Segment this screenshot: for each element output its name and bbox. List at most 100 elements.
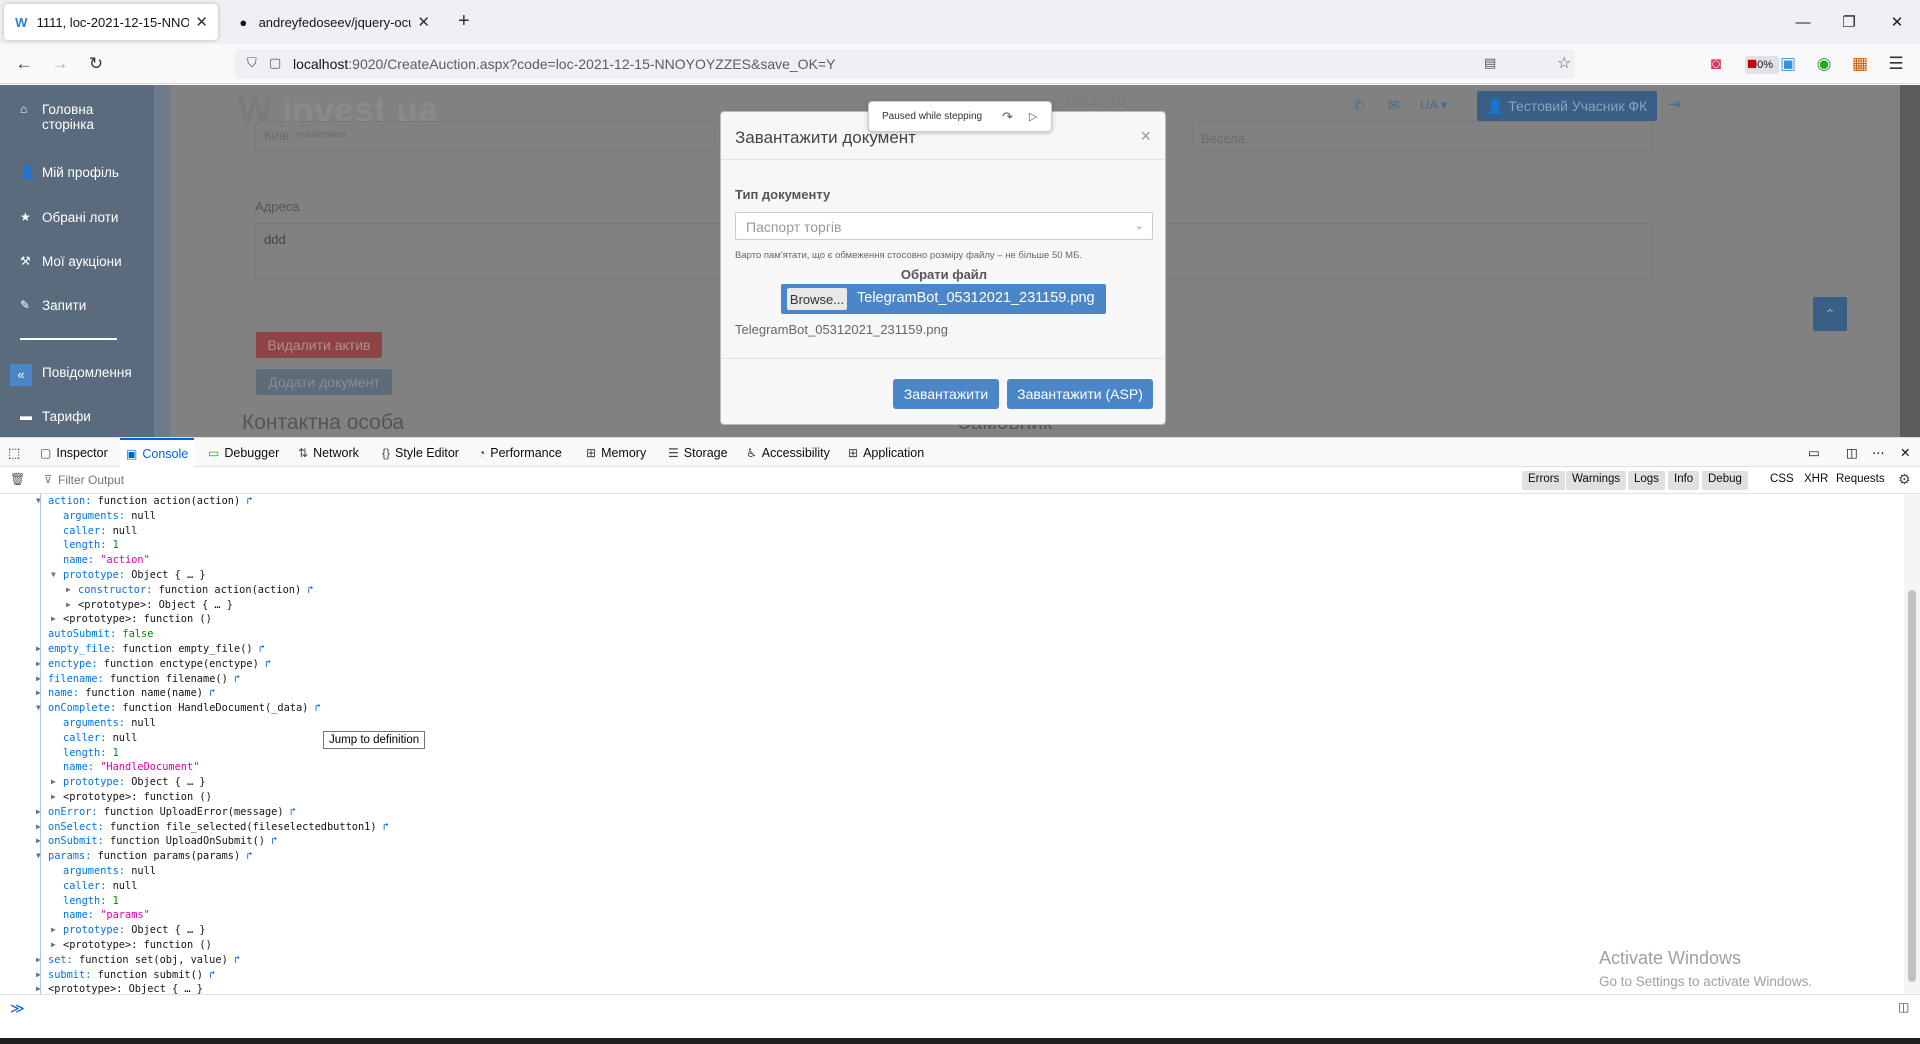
console-tree-row[interactable]: ▶ prototype: Object { … }: [51, 775, 206, 789]
settings-gear-icon[interactable]: ⚙: [1898, 471, 1911, 488]
tab-style-editor[interactable]: {} Style Editor: [382, 438, 459, 467]
console-tree-row[interactable]: ▶ set: function set(obj, value) ↱: [36, 953, 240, 967]
jump-to-definition-icon[interactable]: ↱: [383, 821, 389, 833]
console-input[interactable]: ≫ ◫: [0, 994, 1920, 1022]
page-info-icon[interactable]: ▢: [269, 55, 281, 71]
filter-xhr[interactable]: XHR: [1798, 471, 1834, 490]
jump-to-definition-icon[interactable]: ↱: [265, 658, 271, 670]
chevrons-left-icon[interactable]: «: [10, 364, 32, 386]
console-tree-row[interactable]: ▶ prototype: Object { … }: [51, 923, 206, 937]
jump-to-definition-icon[interactable]: ↱: [209, 687, 215, 699]
jump-to-definition-icon[interactable]: ↱: [234, 673, 240, 685]
pocket-icon[interactable]: ◙: [1702, 50, 1730, 78]
collapsed-triangle-icon[interactable]: ▶: [66, 598, 71, 612]
filter-logs[interactable]: Logs: [1628, 471, 1665, 490]
collapsed-triangle-icon[interactable]: ▶: [36, 834, 41, 848]
file-picker[interactable]: Browse... TelegramBot_05312021_231159.pn…: [781, 284, 1106, 314]
jump-to-definition-icon[interactable]: ↱: [246, 495, 252, 507]
extension-orange-icon[interactable]: ▦: [1846, 50, 1874, 78]
collapsed-triangle-icon[interactable]: ▶: [36, 805, 41, 819]
tab-network[interactable]: ⇅ Network: [298, 438, 359, 467]
resume-icon[interactable]: ▷: [1029, 110, 1037, 123]
collapsed-triangle-icon[interactable]: ▶: [36, 982, 41, 994]
minimize-icon[interactable]: —: [1780, 0, 1826, 44]
editor-mode-icon[interactable]: ◫: [1898, 1000, 1909, 1014]
close-icon[interactable]: ×: [1140, 126, 1151, 147]
browse-button[interactable]: Browse...: [787, 288, 847, 310]
shield-icon[interactable]: ⛉: [247, 55, 257, 71]
close-devtools-icon[interactable]: ✕: [1900, 438, 1910, 467]
console-tree-row[interactable]: ▶ name: function name(name) ↱: [36, 686, 215, 700]
forward-icon[interactable]: →: [46, 50, 74, 78]
tab-performance[interactable]: ◔ Performance: [478, 438, 562, 467]
tab-inspector[interactable]: ▢ Inspector: [40, 438, 108, 467]
upload-asp-button[interactable]: Завантажити (ASP): [1007, 379, 1153, 409]
filter-warnings[interactable]: Warnings: [1566, 471, 1627, 490]
console-tree-row[interactable]: ▶ <prototype>: Object { … }: [36, 982, 203, 994]
collapsed-triangle-icon[interactable]: ▶: [36, 820, 41, 834]
menu-icon[interactable]: ☰: [1882, 50, 1910, 78]
save-extension-icon[interactable]: ▣: [1774, 50, 1802, 78]
tab-console[interactable]: ▣ Console: [120, 438, 195, 467]
element-picker-icon[interactable]: ⬚: [8, 438, 20, 467]
console-tree-row[interactable]: ▼ params: function params(params) ↱: [36, 849, 253, 863]
trash-icon[interactable]: 🗑: [10, 472, 25, 486]
extension-green-icon[interactable]: ◉: [1810, 50, 1838, 78]
console-tree-row[interactable]: ▼ onComplete: function HandleDocument(_da…: [36, 701, 321, 715]
console-tree-row[interactable]: ▶ <prototype>: Object { … }: [66, 598, 233, 612]
filter-input[interactable]: Filter Output: [58, 473, 124, 487]
console-scroll-thumb[interactable]: [1908, 590, 1916, 982]
page-scrollbar[interactable]: [1900, 85, 1920, 437]
jump-to-definition-icon[interactable]: ↱: [209, 969, 215, 981]
filter-errors[interactable]: Errors: [1522, 471, 1566, 490]
console-tree-row[interactable]: ▶ onSelect: function file_selected(filese…: [36, 820, 389, 834]
filter-debug[interactable]: Debug: [1702, 471, 1748, 490]
expanded-triangle-icon[interactable]: ▼: [36, 494, 41, 508]
filter-requests[interactable]: Requests: [1830, 471, 1891, 490]
bookmark-star-icon[interactable]: ☆: [1557, 53, 1571, 73]
collapsed-triangle-icon[interactable]: ▶: [36, 968, 41, 982]
city-field[interactable]: Київ: [255, 121, 715, 151]
sidebar-item-auctions[interactable]: ⚒ Мої аукціони: [20, 254, 122, 269]
collapsed-triangle-icon[interactable]: ▶: [51, 938, 56, 952]
scroll-top-icon[interactable]: ⌃: [1813, 297, 1847, 331]
console-tree-row[interactable]: ▶ <prototype>: function (): [51, 790, 212, 804]
tab-accessibility[interactable]: ♿ Accessibility: [746, 438, 830, 467]
jump-to-definition-icon[interactable]: ↱: [259, 643, 265, 655]
collapsed-triangle-icon[interactable]: ▶: [36, 657, 41, 671]
browser-tab-active[interactable]: W 1111, loc-2021-12-15-NNOYO ✕: [4, 4, 218, 40]
sidebar-item-home[interactable]: ⌂ Головна сторінка: [20, 102, 142, 132]
console-tree-row[interactable]: ▶ submit: function submit() ↱: [36, 968, 215, 982]
expanded-triangle-icon[interactable]: ▼: [36, 701, 41, 715]
console-tree-row[interactable]: ▶ empty_file: function empty_file() ↱: [36, 642, 265, 656]
add-document-button[interactable]: Додати документ: [256, 369, 392, 395]
logout-icon[interactable]: ⇥: [1668, 95, 1681, 113]
mail-icon[interactable]: ✉: [1388, 97, 1400, 114]
collapsed-triangle-icon[interactable]: ▶: [51, 612, 56, 626]
console-tree-row[interactable]: ▶ enctype: function enctype(enctype) ↱: [36, 657, 271, 671]
collapsed-triangle-icon[interactable]: ▶: [36, 672, 41, 686]
close-window-icon[interactable]: ✕: [1874, 0, 1920, 44]
user-account-button[interactable]: 👤 Тестовий Учасник ФК: [1477, 91, 1657, 121]
reader-view-icon[interactable]: ▤: [1484, 55, 1496, 71]
close-tab-icon[interactable]: ✕: [417, 13, 430, 31]
tab-memory[interactable]: ⊞ Memory: [586, 438, 646, 467]
dock-side-icon[interactable]: ▭: [1808, 438, 1820, 467]
close-tab-icon[interactable]: ✕: [195, 13, 208, 31]
console-tree-row[interactable]: ▶ constructor: function action(action) ↱: [66, 583, 314, 597]
jump-to-definition-icon[interactable]: ↱: [315, 702, 321, 714]
collapsed-triangle-icon[interactable]: ▶: [66, 583, 71, 597]
sidebar-item-requests[interactable]: ✎ Запити: [20, 298, 86, 313]
phone-icon[interactable]: ✆: [1353, 97, 1365, 114]
console-tree-row[interactable]: ▼ prototype: Object { … }: [51, 568, 206, 582]
collapsed-triangle-icon[interactable]: ▶: [51, 775, 56, 789]
tab-application[interactable]: ⊞ Application: [848, 438, 924, 467]
jump-to-definition-icon[interactable]: ↱: [271, 835, 277, 847]
right-field[interactable]: Весела: [1192, 121, 1652, 151]
sidebar-item-tariffs[interactable]: ▬ Тарифи: [20, 409, 91, 424]
filter-css[interactable]: CSS: [1764, 471, 1800, 490]
collapsed-triangle-icon[interactable]: ▶: [36, 686, 41, 700]
language-select[interactable]: UA ▾: [1420, 97, 1447, 113]
doc-type-select[interactable]: Паспорт торгів ⌄: [735, 212, 1153, 240]
collapsed-triangle-icon[interactable]: ▶: [51, 790, 56, 804]
